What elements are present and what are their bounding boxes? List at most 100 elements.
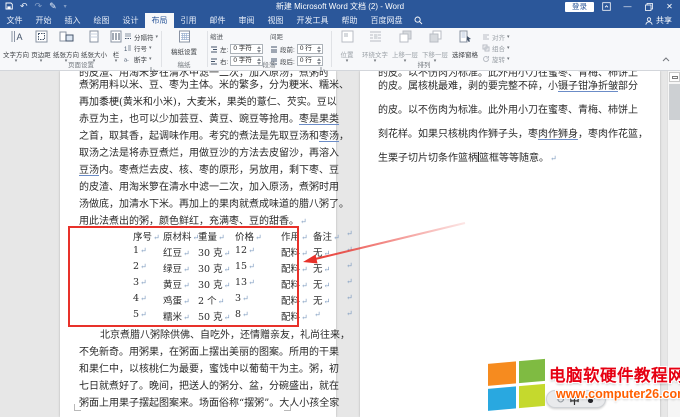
tab-布局[interactable]: 布局 [145, 13, 174, 28]
orientation-button[interactable]: 纸张方向▾ [52, 30, 80, 61]
paragraph-dialog-launcher[interactable] [320, 61, 328, 69]
watermark-site-name: 电脑软硬件教程网 [549, 362, 680, 386]
table-cell[interactable]: 备注↵ [313, 229, 345, 243]
restore-button[interactable] [640, 0, 657, 13]
align-button[interactable]: 对齐▾ [482, 31, 510, 42]
tab-文件[interactable]: 文件 [0, 13, 29, 28]
cell-end-mark: ↵ [324, 281, 331, 290]
tab-视图[interactable]: 视图 [261, 13, 290, 28]
text-run: 七日就煮好了。晚间，把送人的粥分、盆，分碗盛出，就在 [79, 381, 339, 392]
group-arrange: 位置▾ 环绕文字▾ 上移一层▾ 下移一层▾ 选择窗格 对齐▾ 组合▾ 旋转▾ 排… [334, 28, 514, 70]
paragraph-mark: ↵ [550, 154, 557, 163]
spacing-before-input[interactable]: 0 行 [297, 44, 323, 54]
group-grid-paper: 稿纸设置 稿纸 [162, 28, 206, 70]
spinner[interactable] [316, 45, 322, 53]
wrap-text-icon [369, 30, 382, 43]
word-window: { "titlebar": { "title": "新建 Microsoft W… [0, 0, 680, 417]
table-cell[interactable]: ↵ [313, 309, 345, 323]
cell-end-mark: ↵ [324, 265, 331, 274]
table-cell[interactable]: 无↵ [313, 293, 345, 307]
annotation-red-box [68, 226, 299, 327]
ribbon-tab-strip: 文件开始插入绘图设计布局引用邮件审阅视图开发工具帮助百度网盘 [0, 13, 680, 28]
orientation-icon [59, 30, 74, 43]
group-objects-icon [482, 44, 490, 52]
text-boundary-mark [74, 404, 81, 411]
text-run: 的皮。以不伤肉为标准。此外用小刀在蜜枣、青梅、柿饼上 [378, 105, 638, 116]
paper-size-button[interactable]: 纸张大小▾ [80, 30, 108, 61]
row-end-mark: ↵ [346, 245, 361, 259]
text-run: 刻花样。如果只核桃肉作狮子头，枣 [378, 129, 538, 140]
text-line: 的皮。以不伤肉为标准。此外用小刀在蜜枣、青梅、柿饼上 [378, 104, 638, 117]
underlined-text: 枣汤 [319, 131, 339, 142]
text-line: 煮粥用料以米、豆、枣为主体。米的繁多，分为粳米、糯米、 [79, 79, 349, 92]
clipped-top-line: 的皮渣、用淘米箩在清水中滤一二次，加入原汤，煮粥时用 [79, 71, 329, 77]
tab-审阅[interactable]: 审阅 [232, 13, 261, 28]
indent-left-input[interactable]: 0 字符 [230, 44, 263, 54]
breaks-icon [124, 33, 132, 41]
ribbon-layout: A 文字方向▾ 页边距▾ 纸张方向▾ 纸张大小▾ 栏▾ 分隔符▾ 1行号▾ a-… [0, 28, 680, 71]
selection-pane-button[interactable]: 选择窗格 [450, 30, 480, 61]
svg-text:1: 1 [124, 47, 128, 52]
group-label-arrange: 排列 [334, 59, 514, 69]
text-line: 不免新奇。用粥果，在粥面上摆出美丽的图案。所用的干果 [79, 346, 339, 359]
text-run: ，枣肉作花篮， [578, 129, 648, 140]
collapse-ribbon-button[interactable] [662, 49, 670, 67]
page-setup-dialog-launcher[interactable] [150, 61, 158, 69]
text-run: 篮框等等随意。 [479, 153, 549, 164]
columns-button[interactable]: 栏▾ [108, 30, 124, 61]
close-button[interactable]: ✕ [661, 0, 678, 13]
cell-end-mark: ↵ [301, 313, 308, 322]
tab-百度网盘[interactable]: 百度网盘 [364, 13, 409, 28]
group-label-grid-paper: 稿纸 [162, 59, 206, 69]
table-cell[interactable]: 无↵ [313, 277, 345, 291]
cell-end-mark: ↵ [301, 281, 308, 290]
tab-设计[interactable]: 设计 [116, 13, 145, 28]
line-numbers-button[interactable]: 1行号▾ [124, 42, 158, 53]
text-run: 生栗子切片切条作篮柄 [378, 153, 478, 164]
row-end-mark: ↵ [346, 277, 361, 291]
cell-end-mark: ↵ [324, 249, 331, 258]
group-objects-button[interactable]: 组合▾ [482, 42, 510, 53]
tab-绘图[interactable]: 绘图 [87, 13, 116, 28]
group-paragraph: 缩进 左: 0 字符 右: 0 字符 间距 段前: 0 行 段后: 0 [208, 28, 330, 70]
group-label-paragraph: 段落 [208, 59, 330, 69]
grid-paper-settings-button[interactable]: 稿纸设置 [169, 30, 199, 61]
tab-引用[interactable]: 引用 [174, 13, 203, 28]
send-backward-button[interactable]: 下移一层▾ [420, 30, 450, 61]
tab-开始[interactable]: 开始 [29, 13, 58, 28]
share-button[interactable]: 共享 [645, 13, 672, 28]
bring-forward-button[interactable]: 上移一层▾ [390, 30, 420, 61]
spinner[interactable] [256, 45, 262, 53]
columns-icon [110, 30, 122, 43]
table-cell[interactable]: 无↵ [313, 245, 345, 259]
minimize-button[interactable]: — [619, 0, 636, 13]
person-icon [645, 17, 653, 25]
text-direction-button[interactable]: A 文字方向▾ [2, 30, 30, 61]
tab-开发工具[interactable]: 开发工具 [290, 13, 335, 28]
underlined-text: 肉作狮身 [538, 129, 578, 140]
breaks-button[interactable]: 分隔符▾ [124, 31, 158, 42]
tab-帮助[interactable]: 帮助 [335, 13, 364, 28]
text-run: 的皮。属核桃最难，剥的要完整不碎，小 [378, 81, 558, 92]
text-line: 和果仁中，以核桃仁为最要，蜜饯中以葡萄干为主。粥，初 [79, 363, 339, 376]
watermark-windows-logo [486, 358, 550, 414]
sign-in-button[interactable]: 登录 [565, 2, 594, 12]
table-cell[interactable]: 无↵ [313, 261, 345, 275]
spacing-header: 间距 [270, 31, 328, 41]
margins-button[interactable]: 页边距▾ [30, 30, 52, 61]
text-run: 取汤之法是将赤豆煮烂，用做豆沙的方法去皮留沙，再溶入 [79, 148, 339, 159]
tab-插入[interactable]: 插入 [58, 13, 87, 28]
spacing-before-row: 段前: 0 行 [270, 43, 328, 55]
ribbon-display-options-button[interactable] [598, 0, 615, 13]
scrollbar-thumb[interactable] [669, 84, 680, 120]
ruler-toggle-button[interactable] [669, 72, 680, 82]
tab-邮件[interactable]: 邮件 [203, 13, 232, 28]
wrap-text-button[interactable]: 环绕文字▾ [360, 30, 390, 61]
tell-me-search-icon[interactable] [409, 13, 428, 28]
cell-end-mark: ↵ [324, 297, 331, 306]
position-button[interactable]: 位置▾ [334, 30, 360, 61]
group-label-page-setup: 页面设置 [2, 59, 160, 69]
text-direction-icon: A [10, 30, 23, 43]
watermark-site-url: www.computer26.com [556, 387, 680, 401]
tab-list: 文件开始插入绘图设计布局引用邮件审阅视图开发工具帮助百度网盘 [0, 13, 409, 28]
